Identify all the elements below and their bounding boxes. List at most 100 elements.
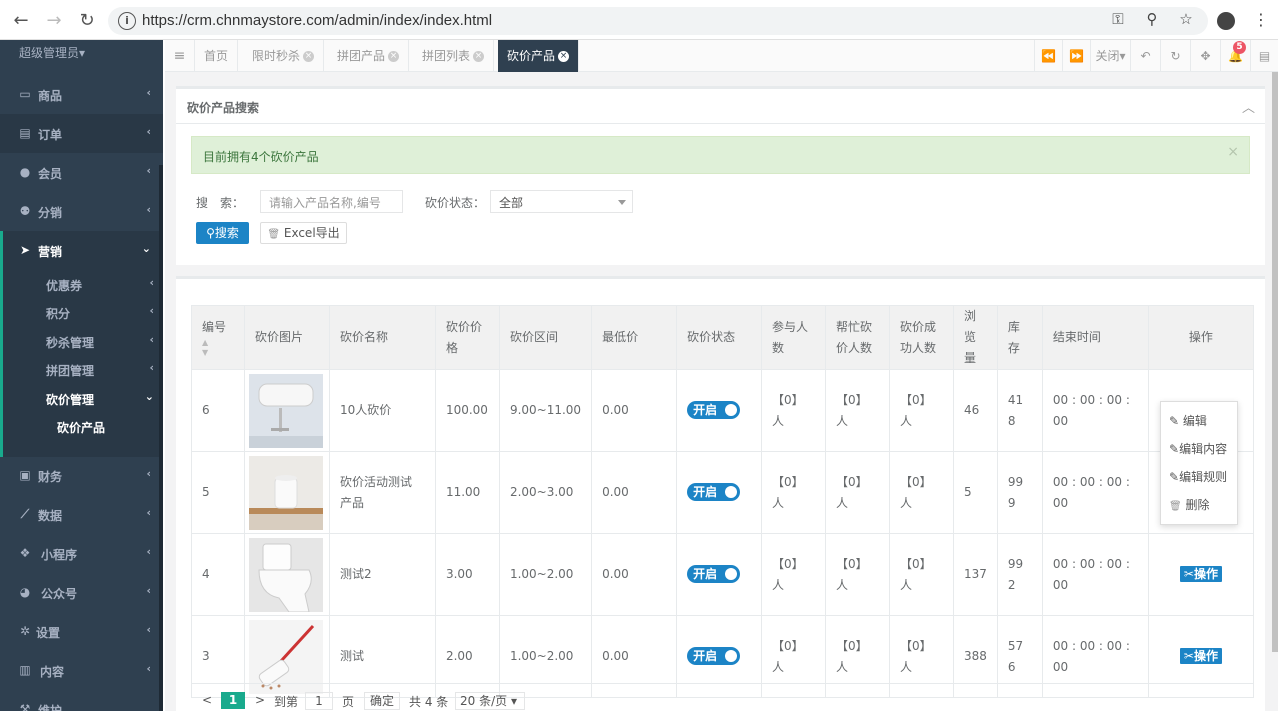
status-select[interactable]: 全部 — [490, 190, 633, 213]
cell-status: 开启 — [676, 451, 763, 534]
fullscreen-move-icon[interactable]: ✥ — [1190, 40, 1220, 72]
current-page[interactable]: 1 — [221, 692, 245, 709]
search-input[interactable]: 请输入产品名称,编号 — [260, 190, 403, 213]
cell-image — [243, 451, 330, 534]
actions-button[interactable]: ✂操作 — [1179, 566, 1222, 582]
menu-item-delete[interactable]: 🗑 删除 — [1169, 496, 1210, 513]
sidebar-item-points[interactable]: 积分 ‹ — [3, 298, 163, 326]
zoom-icon[interactable]: ⚲ — [1142, 10, 1162, 28]
sidebar-item-flash-sale[interactable]: 秒杀管理 ‹ — [3, 327, 163, 355]
close-tabs-dropdown[interactable]: 关闭▾ — [1090, 40, 1130, 72]
sidebar-item-mini-program[interactable]: ❖ 小程序 ‹ — [0, 534, 163, 573]
address-bar[interactable]: i https://crm.chnmaystore.com/admin/inde… — [108, 7, 1208, 35]
table-header-row: 编号 ▲ ▼ 砍价图片 砍价名称 砍价价格 砍价区间 最低价 砍价状态 参与人数 帮… — [191, 305, 1255, 370]
status-toggle[interactable]: 开启 — [687, 483, 741, 501]
sidebar-item-marketing[interactable]: ➤ 营销 ⌄ — [0, 231, 163, 270]
close-icon[interactable]: × — [558, 51, 570, 62]
page-size-select[interactable]: 20 条/页 ▾ — [455, 692, 525, 710]
product-image-humidifier[interactable] — [248, 455, 323, 530]
cell-views: 137 — [953, 533, 998, 616]
product-image-water-heater[interactable] — [248, 373, 323, 448]
sidebar-item-distribution[interactable]: ⚉ 分销 ‹ — [0, 192, 163, 231]
menu-item-edit-rules[interactable]: ✎编辑规则 — [1169, 468, 1227, 485]
scroll-left-icon[interactable]: ⏪ — [1034, 40, 1062, 72]
pagination: < 1 > 到第 1 页 确定 共 4 条 20 条/页 ▾ — [191, 683, 1254, 714]
menu-kebab-icon[interactable]: ⋮ — [1253, 10, 1269, 29]
status-toggle[interactable]: 开启 — [687, 565, 741, 583]
scroll-right-icon[interactable]: ⏩ — [1062, 40, 1090, 72]
next-page-button[interactable]: > — [255, 693, 265, 707]
cell-participants: 【0】人 — [761, 369, 827, 452]
chevron-left-icon: ‹ — [146, 467, 151, 480]
back-icon[interactable]: ← — [10, 10, 32, 32]
cell-image — [243, 533, 330, 616]
sidebar-item-bargain-products[interactable]: 砍价产品 — [3, 412, 163, 440]
chevron-down-icon: ⌄ — [144, 390, 154, 403]
forward-icon[interactable]: → — [43, 10, 65, 32]
confirm-page-button[interactable]: 确定 — [364, 692, 400, 710]
status-toggle[interactable]: 开启 — [687, 401, 741, 419]
cell-stock: 41 8 — [996, 369, 1043, 452]
cell-min: 0.00 — [591, 533, 678, 616]
product-image-toilet[interactable] — [248, 537, 323, 612]
total-count: 共 4 条 — [409, 695, 449, 709]
admin-dropdown[interactable]: 超级管理员▾ — [19, 44, 85, 61]
search-panel: 砍价产品搜索 ︿ 目前拥有4个砍价产品 × 搜 索： 请输入产品名称,编号 砍价… — [176, 86, 1265, 265]
profile-avatar[interactable] — [1217, 12, 1235, 30]
page-scrollbar[interactable] — [1272, 72, 1278, 652]
actions-button[interactable]: ✂操作 — [1179, 648, 1222, 664]
refresh-icon[interactable]: ↻ — [1160, 40, 1190, 72]
sidebar-item-bargain[interactable]: 砍价管理 ⌄ — [3, 384, 163, 412]
tab-group-list[interactable]: 拼团列表 × — [413, 40, 495, 72]
status-toggle[interactable]: 开启 — [687, 647, 741, 665]
search-button[interactable]: ⚲搜索 — [196, 222, 249, 244]
close-icon[interactable]: × — [473, 51, 485, 62]
cell-price: 100.00 — [434, 369, 500, 452]
tab-flash-sale[interactable]: 限时秒杀 × — [243, 40, 325, 72]
chevron-down-icon: ⌄ — [141, 242, 151, 255]
sidebar-item-goods[interactable]: ▭ 商品 ‹ — [0, 75, 163, 114]
sidebar-item-label: 设置 — [36, 626, 61, 640]
chevron-left-icon: ‹ — [146, 623, 151, 636]
tab-bargain-products[interactable]: 砍价产品 × — [498, 40, 580, 72]
sidebar-item-coupons[interactable]: 优惠券 ‹ — [3, 270, 163, 298]
excel-export-button[interactable]: 🗑 Excel导出 — [260, 222, 347, 244]
menu-item-edit-content[interactable]: ✎编辑内容 — [1169, 440, 1227, 457]
chevron-left-icon: ‹ — [149, 276, 154, 289]
col-range: 砍价区间 — [498, 305, 593, 370]
col-end-time: 结束时间 — [1041, 305, 1149, 370]
col-min: 最低价 — [591, 305, 678, 370]
sort-icon[interactable]: ▲ ▼ — [202, 338, 234, 358]
close-icon[interactable]: × — [303, 51, 315, 62]
sidebar-scrollbar[interactable] — [159, 165, 163, 711]
monitor-icon: ▭ — [19, 87, 31, 101]
star-icon[interactable]: ☆ — [1176, 10, 1196, 28]
sidebar-item-members[interactable]: ● 会员 ‹ — [0, 153, 163, 192]
tab-home[interactable]: 首页 — [195, 40, 239, 72]
prev-page-button[interactable]: < — [202, 693, 212, 707]
sidebar-item-data[interactable]: ⟋ 数据 ‹ — [0, 495, 163, 534]
reload-icon[interactable]: ↻ — [76, 10, 98, 32]
col-id[interactable]: 编号 ▲ ▼ — [191, 305, 245, 370]
sidebar-item-settings[interactable]: ✲ 设置 ‹ — [0, 612, 163, 651]
site-info-icon[interactable]: i — [118, 12, 136, 30]
close-icon[interactable]: × — [388, 51, 400, 62]
collapse-chevron-up-icon[interactable]: ︿ — [1242, 97, 1255, 116]
hamburger-icon[interactable]: ≡ — [165, 40, 195, 72]
sidebar-item-maintenance[interactable]: ⚒ 维护 — [0, 690, 163, 711]
page-number-input[interactable]: 1 — [305, 692, 333, 710]
close-icon[interactable]: × — [1227, 144, 1239, 160]
tab-group-products[interactable]: 拼团产品 × — [328, 40, 410, 72]
undo-icon[interactable]: ↶ — [1130, 40, 1160, 72]
sidebar-item-group-buy[interactable]: 拼团管理 ‹ — [3, 355, 163, 383]
sidebar-item-official-account[interactable]: ◕ 公众号 ‹ — [0, 573, 163, 612]
sidebar-item-orders[interactable]: ▤ 订单 ‹ — [0, 114, 163, 153]
key-icon[interactable]: ⚿ — [1108, 10, 1128, 28]
sidebar-item-finance[interactable]: ▣ 财务 ‹ — [0, 456, 163, 495]
dropdown-arrow-icon — [618, 200, 626, 205]
menu-item-edit[interactable]: ✎ 编辑 — [1169, 412, 1207, 429]
cell-min: 0.00 — [591, 369, 678, 452]
sidebar-item-content[interactable]: ▥ 内容 ‹ — [0, 651, 163, 690]
sidebar-toggle-icon[interactable]: ▤ — [1250, 40, 1278, 72]
cell-end-time: 00 : 00 : 00 :00 — [1041, 451, 1149, 534]
